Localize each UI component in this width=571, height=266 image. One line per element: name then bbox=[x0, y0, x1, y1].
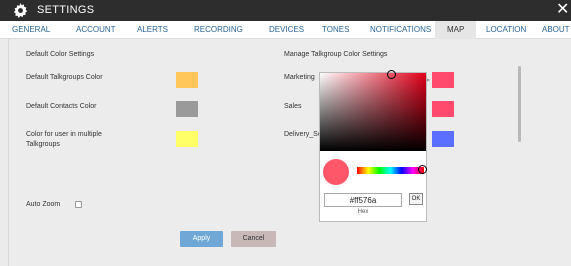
contacts-color-label: Default Contacts Color bbox=[26, 103, 97, 110]
saturation-value-field[interactable] bbox=[320, 73, 426, 151]
talkgroups-color-swatch[interactable] bbox=[176, 72, 198, 88]
auto-zoom-checkbox[interactable] bbox=[75, 201, 82, 208]
close-icon[interactable]: ✕ bbox=[556, 1, 569, 19]
multi-talkgroup-label-line2: Talkgroups bbox=[26, 141, 60, 148]
saturation-cursor[interactable] bbox=[387, 70, 396, 79]
talkgroup-label-delivery: Delivery_So bbox=[284, 131, 322, 138]
hex-label: Hex bbox=[357, 209, 369, 215]
tab-account[interactable]: ACCOUNT bbox=[76, 21, 116, 39]
manage-colors-heading: Manage Talkgroup Color Settings bbox=[284, 51, 388, 58]
tab-bar: GENERAL ACCOUNT ALERTS RECORDING DEVICES… bbox=[0, 21, 571, 39]
apply-button[interactable]: Apply bbox=[180, 231, 223, 247]
sales-color-swatch[interactable] bbox=[432, 101, 454, 117]
multi-talkgroup-label: Color for user in multiple bbox=[26, 131, 102, 138]
multi-talkgroup-color-swatch[interactable] bbox=[176, 131, 198, 147]
talkgroup-list-scrollbar[interactable] bbox=[518, 66, 521, 142]
color-picker-popup: OK Hex bbox=[319, 70, 427, 222]
marketing-color-swatch[interactable] bbox=[432, 72, 454, 88]
gear-icon bbox=[13, 3, 28, 18]
map-settings-panel: Default Color Settings Default Talkgroup… bbox=[8, 39, 571, 266]
auto-zoom-label: Auto Zoom bbox=[26, 201, 61, 208]
tab-map[interactable]: MAP bbox=[435, 21, 477, 39]
window-title: SETTINGS bbox=[37, 4, 95, 16]
tab-alerts[interactable]: ALERTS bbox=[137, 21, 168, 39]
talkgroup-label-sales: Sales bbox=[284, 103, 302, 110]
tab-tones[interactable]: TONES bbox=[322, 21, 349, 39]
tab-recording[interactable]: RECORDING bbox=[194, 21, 243, 39]
hue-slider[interactable] bbox=[357, 167, 424, 174]
default-colors-heading: Default Color Settings bbox=[26, 51, 95, 58]
tab-notifications[interactable]: NOTIFICATIONS bbox=[370, 21, 431, 39]
hex-ok-button[interactable]: OK bbox=[409, 193, 423, 205]
talkgroups-color-label: Default Talkgroups Color bbox=[26, 74, 103, 81]
hue-slider-handle[interactable] bbox=[418, 165, 427, 174]
title-bar: SETTINGS ✕ bbox=[0, 0, 571, 21]
hex-input[interactable] bbox=[324, 193, 402, 207]
tab-location[interactable]: LOCATION bbox=[486, 21, 526, 39]
delivery-color-swatch[interactable] bbox=[432, 131, 454, 147]
tab-about[interactable]: ABOUT bbox=[542, 21, 570, 39]
tab-general[interactable]: GENERAL bbox=[12, 21, 50, 39]
tab-devices[interactable]: DEVICES bbox=[269, 21, 304, 39]
contacts-color-swatch[interactable] bbox=[176, 101, 198, 117]
cancel-button[interactable]: Cancel bbox=[231, 231, 276, 247]
talkgroup-label-marketing: Marketing bbox=[284, 74, 315, 81]
color-preview-swatch bbox=[323, 159, 349, 185]
